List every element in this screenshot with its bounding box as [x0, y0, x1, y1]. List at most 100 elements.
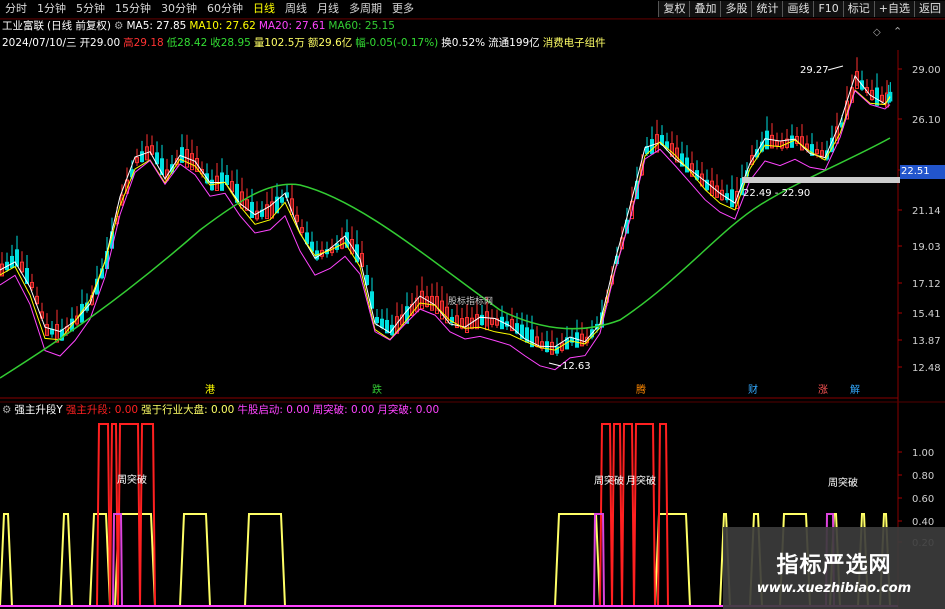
candle-body — [380, 318, 384, 328]
watermark-title: 指标严选网 — [776, 553, 892, 578]
quote-low: 低28.42 — [166, 37, 208, 49]
signal-label-1: 周突破 — [594, 474, 624, 487]
watermark-panel: 指标严选网 www.xuezhibiao.com — [723, 527, 945, 609]
toolbar-button-3[interactable]: 统计 — [751, 1, 783, 17]
signal-label-3: 周突破 — [828, 476, 858, 489]
support-band — [742, 177, 900, 183]
collapse-icon[interactable]: ⌃ — [893, 25, 902, 38]
indicator-item-0: 强主升段: 0.00 — [65, 404, 139, 416]
ma20-line — [0, 89, 891, 371]
quote-date: 2024/07/10/三 — [2, 37, 77, 49]
period-tab-5[interactable]: 60分钟 — [202, 0, 248, 18]
info-line-quote: 2024/07/10/三 开29.00 高29.18 低28.42 收28.95… — [2, 36, 609, 50]
ma20-value: MA20: 27.61 — [258, 20, 326, 32]
candle-body — [765, 130, 769, 150]
price-axis-label-1: 26.10 — [912, 115, 941, 126]
current-price-tag: 22.51 — [900, 165, 945, 179]
period-tab-6[interactable]: 日线 — [248, 0, 280, 18]
indicator-item-1: 强于行业大盘: 0.00 — [141, 404, 235, 416]
info-line-ma: 工业富联 (日线 前复权) ⚙ MA5: 27.85 MA10: 27.62 M… — [2, 19, 398, 33]
overlay-label: 股标指标网 — [448, 295, 493, 307]
toolbar-button-1[interactable]: 叠加 — [689, 1, 721, 17]
candle-body — [140, 151, 144, 163]
indicator-gear-icon[interactable]: ⚙ — [2, 403, 11, 417]
quote-close: 收28.95 — [210, 37, 251, 49]
indicator-item-4: 月突破: 0.00 — [377, 404, 440, 416]
event-marker-1: 跌 — [372, 383, 382, 396]
indicator-axis-label-1: 0.80 — [912, 471, 934, 482]
price-axis-label-3: 21.14 — [912, 206, 941, 217]
main-rise-pulse-7 — [633, 423, 656, 607]
price-axis-label-0: 29.00 — [912, 65, 941, 76]
candle-body — [875, 87, 879, 106]
candle-body — [730, 189, 734, 208]
toolbar-button-0[interactable]: 复权 — [658, 1, 690, 17]
indicator-item-3: 周突破: 0.00 — [312, 404, 375, 416]
period-tab-0[interactable]: 分时 — [0, 0, 32, 18]
high-price-label: 29.27 — [800, 65, 829, 76]
candle-body — [280, 197, 284, 203]
candle-body — [685, 157, 689, 173]
settings-icon[interactable]: ⚙ — [114, 19, 123, 33]
indicator-header: ⚙ 强主升段Y 强主升段: 0.00 强于行业大盘: 0.00 牛股启动: 0.… — [2, 403, 442, 417]
ma10-value: MA10: 27.62 — [189, 20, 256, 32]
indicator-name[interactable]: 强主升段Y — [14, 403, 62, 417]
toolbar-button-8[interactable]: 返回 — [914, 1, 945, 17]
event-marker-5: 解 — [850, 383, 860, 396]
high-price-pointer — [827, 65, 844, 71]
period-tab-3[interactable]: 15分钟 — [110, 0, 156, 18]
stock-name: 工业富联 — [2, 20, 44, 32]
watermark-url: www.xuezhibiao.com — [756, 581, 912, 596]
candle-body — [650, 139, 654, 155]
period-tab-1[interactable]: 1分钟 — [32, 0, 71, 18]
candle-body — [10, 255, 14, 269]
period-tabs: 分时 1分钟 5分钟 15分钟 30分钟 60分钟 日线 周线 月线 多周期 更多 — [0, 0, 419, 18]
signal-label-2: 月突破 — [626, 474, 656, 487]
ma5-value: MA5: 27.85 — [126, 20, 187, 32]
indicator-item-2: 牛股启动: 0.00 — [237, 404, 310, 416]
main-rise-pulse-5 — [611, 423, 623, 607]
toolbar-buttons: 复权 叠加 多股 统计 画线 F10 标记 +自选 返回 — [658, 0, 945, 18]
price-axis-label-4: 19.03 — [912, 242, 941, 253]
price-axis-label-7: 13.87 — [912, 336, 941, 347]
range-label: 22.49 - 22.90 — [743, 188, 810, 199]
indicator-axis-label-0: 1.00 — [912, 448, 934, 459]
event-marker-0: 港 — [205, 384, 215, 396]
signal-label-0: 周突破 — [117, 473, 147, 486]
event-marker-3: 财 — [748, 383, 758, 396]
candle-body — [220, 172, 224, 191]
toolbar-button-7[interactable]: +自选 — [873, 1, 914, 17]
period-tab-7[interactable]: 周线 — [280, 0, 312, 18]
low-price-pointer — [548, 362, 562, 367]
quote-turnover: 换0.52% — [441, 37, 486, 49]
period-tab-8[interactable]: 月线 — [312, 0, 344, 18]
ma60-value: MA60: 25.15 — [328, 20, 395, 32]
price-axis-label-5: 17.12 — [912, 279, 941, 290]
ma5-line — [0, 75, 891, 348]
toolbar-button-5[interactable]: F10 — [813, 1, 843, 17]
period-tab-9[interactable]: 多周期 — [344, 0, 387, 18]
quote-volume: 量102.5万 — [253, 37, 305, 49]
diamond-icon[interactable]: ◇ — [873, 27, 881, 38]
toolbar-button-6[interactable]: 标记 — [842, 1, 874, 17]
quote-float: 流通199亿 — [488, 37, 540, 49]
period-tab-2[interactable]: 5分钟 — [71, 0, 110, 18]
toolbar-button-2[interactable]: 多股 — [720, 1, 752, 17]
chart-canvas[interactable]: 29.0026.1023.5121.1419.0317.1215.4113.87… — [0, 0, 945, 609]
period-tab-10[interactable]: 更多 — [387, 0, 419, 18]
price-axis-label-8: 12.48 — [912, 363, 941, 374]
quote-amount: 额29.6亿 — [307, 37, 353, 49]
low-price-label: 12.63 — [562, 361, 591, 372]
toolbar-button-4[interactable]: 画线 — [782, 1, 814, 17]
price-axis-label-6: 15.41 — [912, 309, 941, 320]
candle-body — [250, 201, 254, 219]
quote-sector: 消费电子组件 — [542, 37, 606, 49]
candle-body — [375, 317, 379, 323]
period-tab-4[interactable]: 30分钟 — [156, 0, 202, 18]
event-marker-4: 涨 — [818, 384, 828, 396]
main-rise-pulse-6 — [621, 423, 635, 607]
quote-change: 幅-0.05(-0.17%) — [355, 37, 439, 49]
quote-high: 高29.18 — [123, 37, 164, 49]
chart-mode: (日线 前复权) — [47, 20, 112, 32]
quote-open: 开29.00 — [79, 37, 121, 49]
